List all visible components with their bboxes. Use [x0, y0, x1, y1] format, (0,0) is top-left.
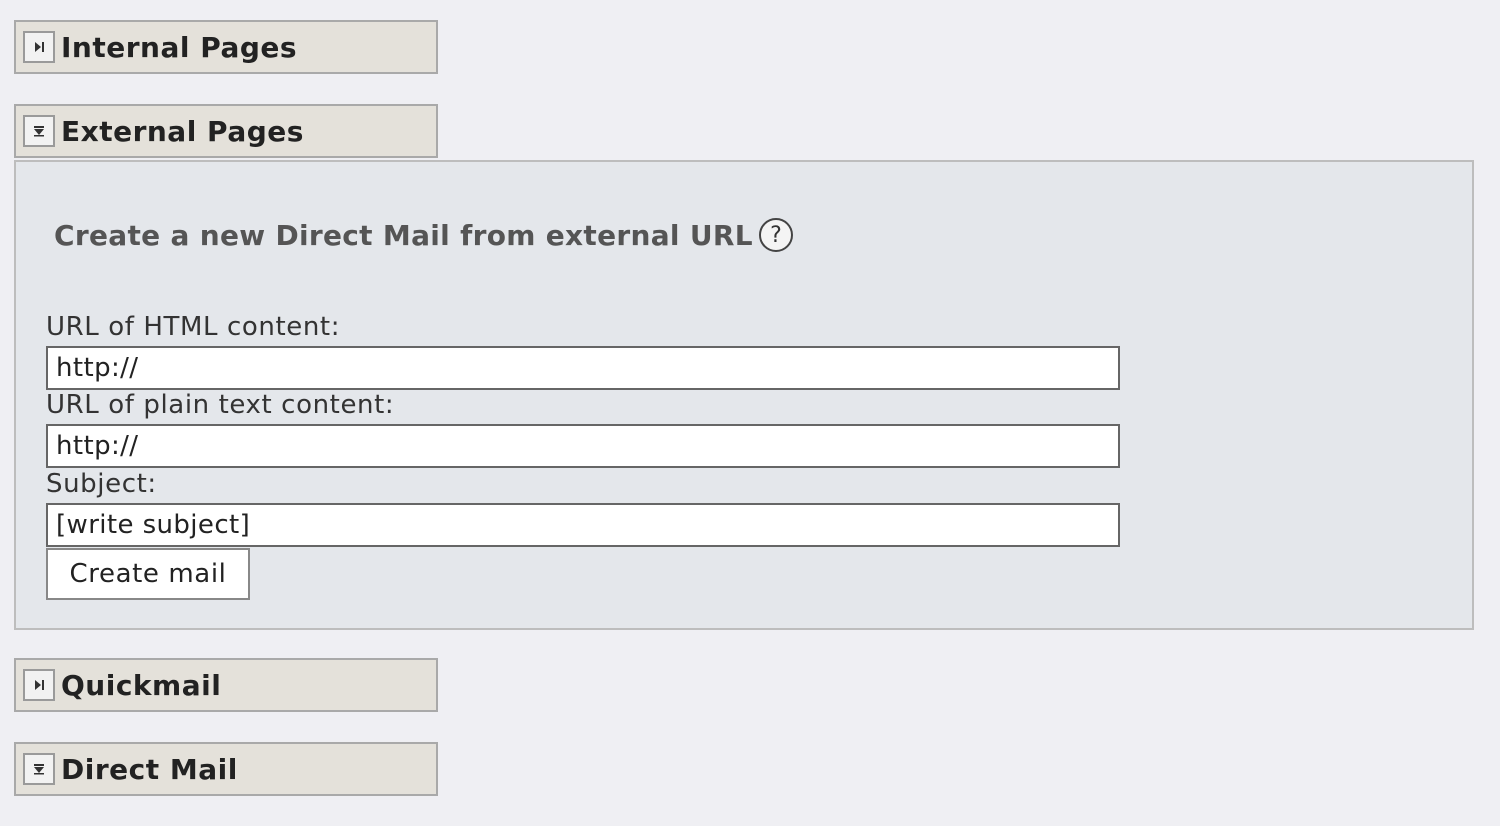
plain-url-label: URL of plain text content: [46, 390, 395, 420]
html-url-input[interactable] [46, 346, 1120, 390]
section-title: Quickmail [61, 668, 222, 702]
expand-arrow-icon[interactable] [23, 669, 55, 701]
subject-input[interactable] [46, 503, 1120, 547]
section-title: External Pages [61, 114, 304, 148]
section-header-external-pages[interactable]: External Pages [14, 104, 438, 158]
section-title: Direct Mail [61, 752, 238, 786]
expand-arrow-icon[interactable] [23, 31, 55, 63]
section-header-direct-mail[interactable]: Direct Mail [14, 742, 438, 796]
collapse-arrow-icon[interactable] [23, 115, 55, 147]
panel-heading-text: Create a new Direct Mail from external U… [54, 218, 753, 252]
create-mail-button[interactable]: Create mail [46, 548, 250, 600]
section-header-quickmail[interactable]: Quickmail [14, 658, 438, 712]
external-pages-panel: Create a new Direct Mail from external U… [14, 160, 1474, 630]
subject-label: Subject: [46, 469, 157, 499]
html-url-label: URL of HTML content: [46, 312, 341, 342]
section-header-internal-pages[interactable]: Internal Pages [14, 20, 438, 74]
panel-heading: Create a new Direct Mail from external U… [54, 218, 793, 252]
help-icon[interactable]: ? [758, 218, 793, 252]
plain-url-input[interactable] [46, 424, 1120, 468]
section-title: Internal Pages [61, 30, 298, 64]
collapse-arrow-icon[interactable] [23, 753, 55, 785]
